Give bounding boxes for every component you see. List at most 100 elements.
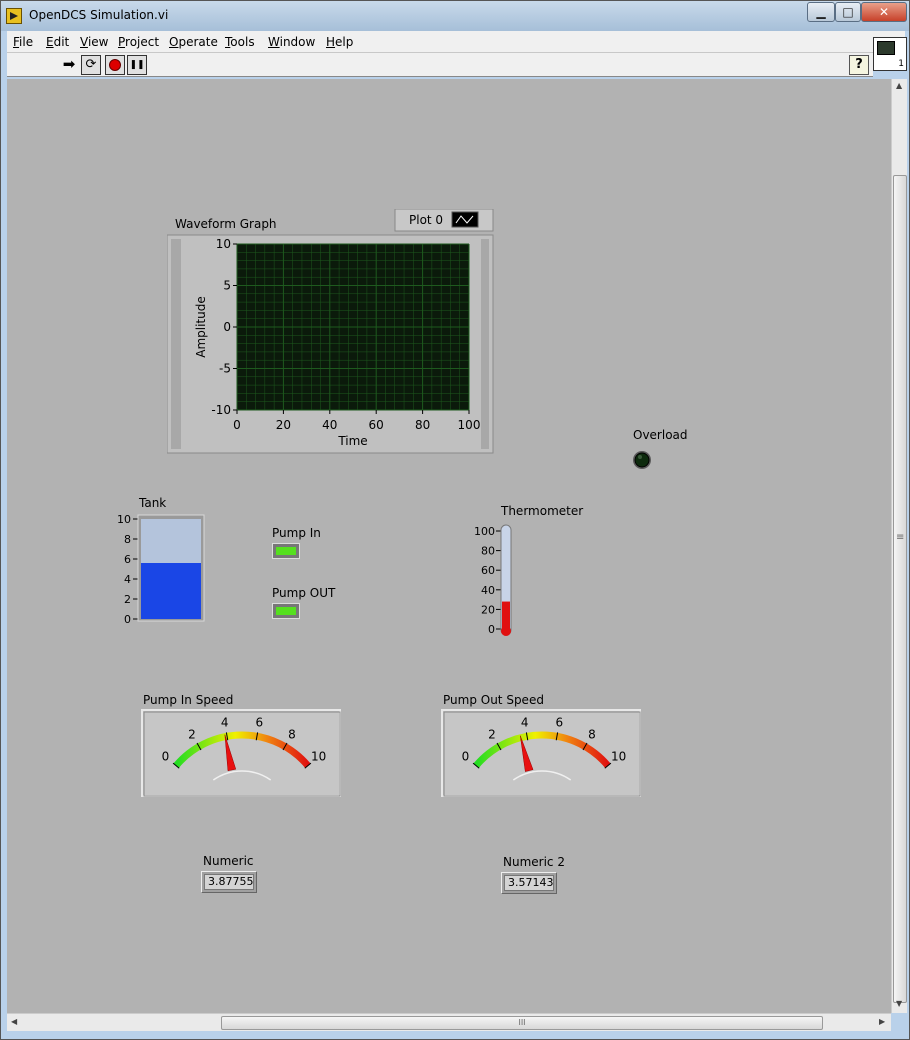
menu-view[interactable]: View xyxy=(80,35,108,49)
pause-icon[interactable]: ❚❚ xyxy=(127,55,147,75)
y-tick-label: -10 xyxy=(211,403,231,417)
stop-dot-icon xyxy=(109,59,121,71)
close-button[interactable]: ✕ xyxy=(861,2,907,22)
tank-indicator[interactable]: 10 8 6 4 2 0 xyxy=(111,511,207,623)
tank-scale: 10 8 6 4 2 0 xyxy=(117,513,138,623)
horizontal-scroll-thumb[interactable]: III xyxy=(221,1016,823,1030)
overload-led[interactable] xyxy=(631,449,653,471)
x-tick-label: 80 xyxy=(415,418,430,432)
pump-in-label: Pump In xyxy=(272,526,321,540)
vi-screen-icon xyxy=(877,41,895,55)
gauge-tick-label: 4 xyxy=(221,716,229,730)
thermometer-tick-label: 40 xyxy=(481,584,495,597)
minimize-button[interactable]: ▁ xyxy=(807,2,835,22)
thermometer-tick-label: 80 xyxy=(481,545,495,558)
numeric2-label: Numeric 2 xyxy=(503,855,565,869)
y-tick-label: 5 xyxy=(223,279,231,293)
pump-in-speed-gauge[interactable]: 0 2 4 6 8 10 xyxy=(141,709,343,799)
x-tick-label: 100 xyxy=(458,418,481,432)
grid-lines xyxy=(236,243,470,411)
numeric-indicator[interactable]: 3.87755 xyxy=(201,871,257,893)
window-title: OpenDCS Simulation.vi xyxy=(29,8,169,22)
tank-label: Tank xyxy=(139,496,167,510)
y-tick-label: 0 xyxy=(223,320,231,334)
abort-execution-icon[interactable] xyxy=(105,55,125,75)
labview-vi-icon xyxy=(6,8,22,24)
thermometer-label: Thermometer xyxy=(501,504,584,518)
pump-out-led[interactable] xyxy=(272,603,300,619)
gauge-tick-label: 10 xyxy=(311,750,326,764)
pump-in-led-lamp xyxy=(276,547,296,555)
menu-project[interactable]: Project xyxy=(118,35,159,49)
numeric2-value: 3.57143 xyxy=(504,875,554,891)
tank-tick-label: 2 xyxy=(124,593,131,606)
gauge-tick-label: 2 xyxy=(188,727,196,741)
menu-help[interactable]: Help xyxy=(326,35,353,49)
run-arrow-icon[interactable]: ➡ xyxy=(59,55,79,75)
thermometer-tick-label: 60 xyxy=(481,564,495,577)
vertical-grip-icon: ≡ xyxy=(896,532,905,543)
thermometer-tick-label: 20 xyxy=(481,603,495,616)
tank-tick-label: 10 xyxy=(117,513,131,526)
pump-in-speed-label: Pump In Speed xyxy=(143,693,234,707)
front-panel: Waveform Graph Plot 0 0 20 40 60 80 100 10 5 0-… xyxy=(7,79,891,1013)
numeric-label: Numeric xyxy=(203,854,254,868)
plot-legend[interactable]: Plot 0 xyxy=(394,209,494,232)
x-tick-label: 20 xyxy=(276,418,291,432)
gauge-tick-label: 6 xyxy=(556,716,564,730)
x-tick-label: 40 xyxy=(322,418,337,432)
gauge-tick-label: 0 xyxy=(162,750,170,764)
gauge-tick-label: 6 xyxy=(256,716,264,730)
thermometer-scale: 100 80 60 40 20 0 xyxy=(474,525,501,636)
menu-bar: File Edit View Project Operate Tools Win… xyxy=(7,31,905,53)
thermometer-tick-label: 0 xyxy=(488,623,495,636)
scroll-right-icon[interactable]: ▶ xyxy=(879,1017,885,1026)
horizontal-scrollbar[interactable]: ◀ III ▶ xyxy=(7,1013,891,1031)
gauge-tick-label: 2 xyxy=(488,727,496,741)
thermometer-indicator[interactable]: 100 80 60 40 20 0 xyxy=(465,521,515,641)
run-continuously-icon[interactable]: ⟳ xyxy=(81,55,101,75)
vi-icon-number: 1 xyxy=(898,59,904,69)
vi-connector-icon[interactable]: 1 xyxy=(873,37,907,71)
x-tick-label: 60 xyxy=(369,418,384,432)
tank-tick-label: 6 xyxy=(124,553,131,566)
x-tick-label: 0 xyxy=(233,418,241,432)
vertical-scroll-thumb[interactable]: ≡ xyxy=(893,175,907,1003)
menu-file[interactable]: File xyxy=(13,35,33,49)
menu-window[interactable]: Window xyxy=(268,35,315,49)
vertical-scrollbar[interactable]: ▲ ≡ ▼ xyxy=(891,79,907,1013)
tank-level-fill xyxy=(141,563,201,619)
maximize-button[interactable]: □ xyxy=(835,2,861,22)
scroll-up-icon[interactable]: ▲ xyxy=(896,81,902,90)
y-tick-label: 10 xyxy=(216,237,231,251)
y-tick-label: -5 xyxy=(219,362,231,376)
pump-out-label: Pump OUT xyxy=(272,586,336,600)
waveform-graph[interactable]: Plot 0 0 20 40 60 80 100 10 5 0 -5 -10 Time Ampli… xyxy=(167,209,497,455)
thermometer-tick-label: 100 xyxy=(474,525,495,538)
app-window: OpenDCS Simulation.vi ▁ □ ✕ File Edit Vi… xyxy=(0,0,910,1040)
overload-label: Overload xyxy=(633,428,688,442)
numeric2-indicator[interactable]: 3.57143 xyxy=(501,872,557,894)
scroll-down-icon[interactable]: ▼ xyxy=(896,999,902,1008)
tank-tick-label: 0 xyxy=(124,613,131,623)
gauge-tick-label: 0 xyxy=(462,750,470,764)
gauge-tick-label: 8 xyxy=(288,727,296,741)
gauge-tick-label: 8 xyxy=(588,727,596,741)
tank-tick-label: 4 xyxy=(124,573,131,586)
pump-out-speed-gauge[interactable]: 0 2 4 6 8 10 xyxy=(441,709,643,799)
y-axis-label: Amplitude xyxy=(194,296,208,358)
title-bar: OpenDCS Simulation.vi ▁ □ ✕ xyxy=(1,1,909,31)
gauge-tick-label: 10 xyxy=(611,750,626,764)
menu-tools[interactable]: Tools xyxy=(225,35,255,49)
menu-operate[interactable]: Operate xyxy=(169,35,218,49)
pump-out-led-lamp xyxy=(276,607,296,615)
numeric-value: 3.87755 xyxy=(204,874,254,890)
x-axis-label: Time xyxy=(337,434,367,448)
menu-edit[interactable]: Edit xyxy=(46,35,69,49)
pump-out-speed-label: Pump Out Speed xyxy=(443,693,544,707)
pump-in-led[interactable] xyxy=(272,543,300,559)
scroll-left-icon[interactable]: ◀ xyxy=(11,1017,17,1026)
context-help-icon[interactable]: ? xyxy=(849,55,869,75)
plot-legend-label: Plot 0 xyxy=(409,213,443,227)
tank-tick-label: 8 xyxy=(124,533,131,546)
